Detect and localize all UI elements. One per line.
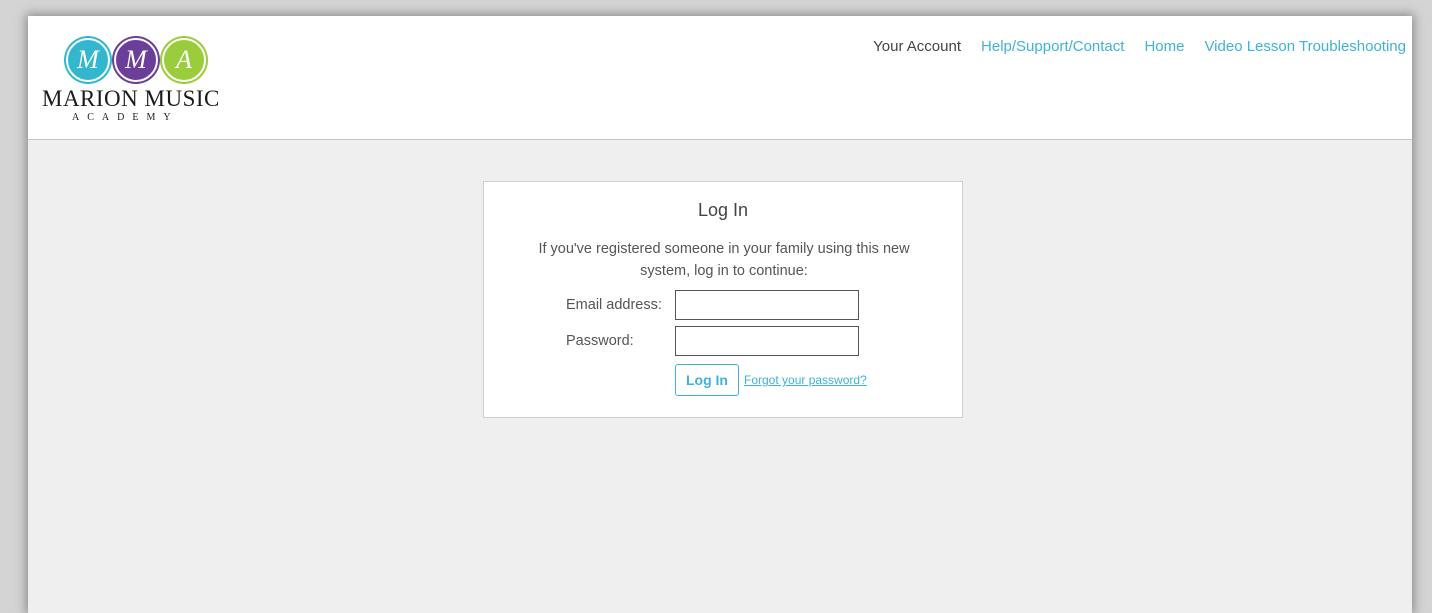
logo-letter-m1: M xyxy=(66,38,110,82)
login-description: If you've registered someone in your fam… xyxy=(538,241,910,279)
site-header: M M A MARION MUSIC ACADEMY Your Account … xyxy=(28,16,1412,140)
nav-your-account[interactable]: Your Account xyxy=(873,38,961,55)
password-label: Password: xyxy=(566,333,634,349)
login-title: Log In xyxy=(697,200,749,220)
password-field[interactable] xyxy=(675,326,859,356)
top-nav: Your Account Help/Support/Contact Home V… xyxy=(873,38,1406,55)
nav-home[interactable]: Home xyxy=(1144,38,1184,55)
email-label: Email address: xyxy=(566,297,662,313)
logo-circles: M M A xyxy=(66,38,206,82)
nav-video-lesson-troubleshooting[interactable]: Video Lesson Troubleshooting xyxy=(1204,38,1406,55)
logo-letter-m2: M xyxy=(114,38,158,82)
login-button[interactable]: Log In xyxy=(675,364,739,396)
login-card: Log In If you've registered someone in y… xyxy=(483,181,963,418)
site-logo[interactable]: M M A MARION MUSIC ACADEMY xyxy=(42,34,232,126)
logo-subtitle: ACADEMY xyxy=(72,112,179,123)
logo-name: MARION MUSIC xyxy=(42,86,220,111)
logo-letter-a: A xyxy=(162,38,206,82)
forgot-password-link[interactable]: Forgot your password? xyxy=(744,373,867,387)
browser-window: M M A MARION MUSIC ACADEMY Your Account … xyxy=(28,16,1412,613)
nav-help-support-contact[interactable]: Help/Support/Contact xyxy=(981,38,1124,55)
email-field[interactable] xyxy=(675,290,859,320)
